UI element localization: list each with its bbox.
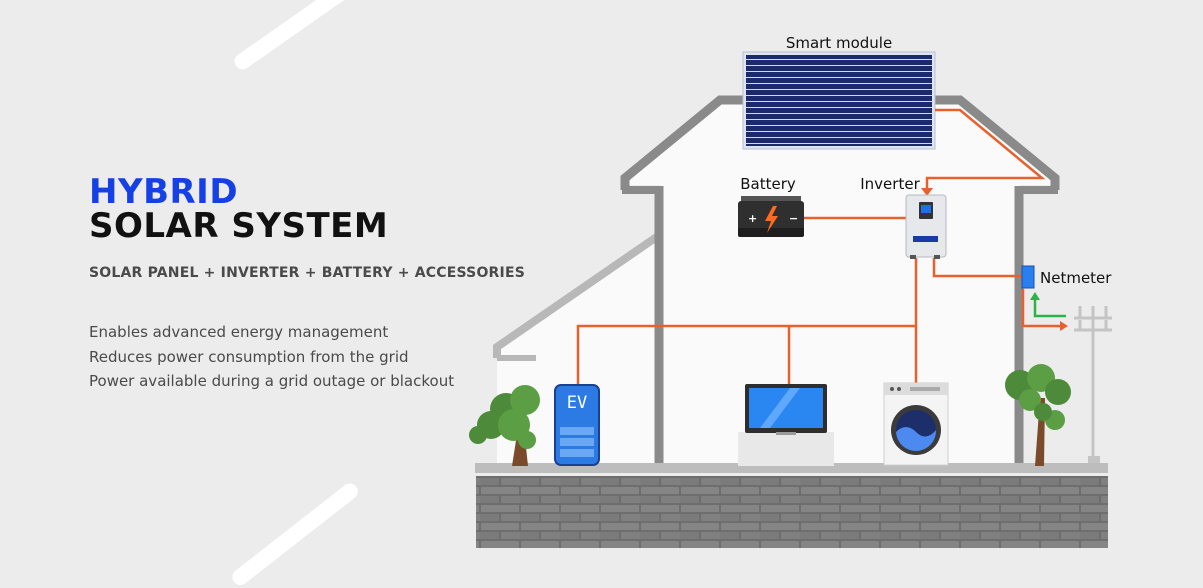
television	[738, 384, 834, 466]
netmeter-device	[1021, 265, 1035, 289]
svg-text:−: −	[789, 212, 798, 225]
wire-to-grid	[1021, 289, 1060, 328]
label-ev: EV	[567, 393, 587, 413]
ev-charger: EV	[554, 384, 600, 466]
house-main	[625, 100, 1055, 470]
utility-pole-base	[1088, 456, 1100, 463]
grid-import-arrow	[1033, 298, 1066, 318]
inverter	[905, 194, 947, 259]
stone-foundation	[476, 476, 1108, 548]
solar-panel	[742, 51, 936, 150]
label-battery: Battery	[740, 175, 796, 193]
label-smart-module: Smart module	[786, 34, 892, 52]
arrow-to-grid	[1060, 321, 1068, 331]
arrow-from-grid	[1030, 292, 1040, 300]
utility-pole	[1074, 306, 1112, 462]
hybrid-solar-diagram: Smart module + − Battery Inverter Netmet…	[469, 34, 1112, 548]
label-inverter: Inverter	[860, 175, 920, 193]
washing-machine	[883, 382, 949, 466]
label-netmeter: Netmeter	[1040, 269, 1112, 287]
svg-text:+: +	[748, 212, 757, 225]
battery: + −	[738, 196, 804, 237]
